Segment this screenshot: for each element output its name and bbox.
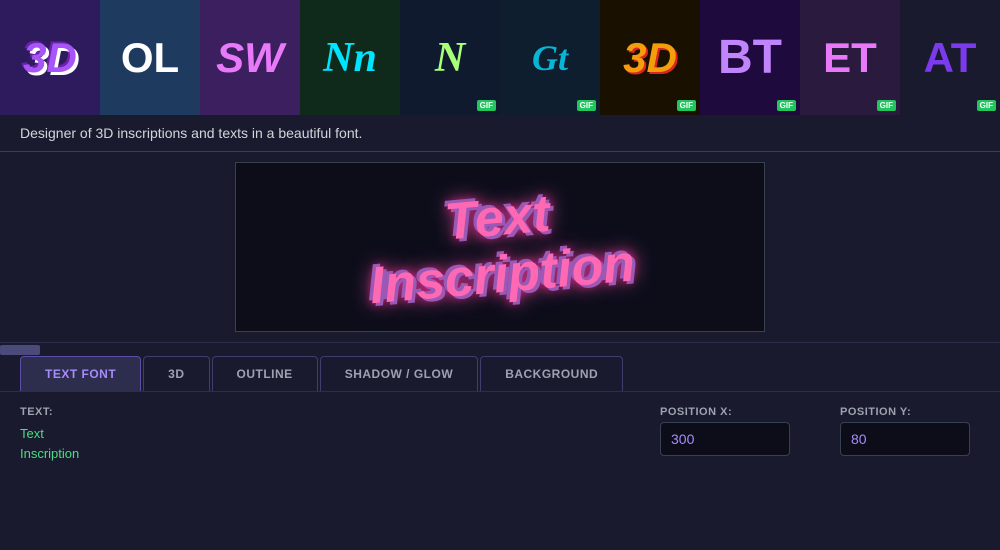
gif-badge: GIF bbox=[477, 100, 496, 111]
controls-area: TEXT: Text Inscription POSITION X: POSIT… bbox=[0, 392, 1000, 477]
position-x-input[interactable] bbox=[660, 422, 790, 456]
text-label: TEXT: bbox=[20, 406, 620, 418]
tab-3d[interactable]: 3D bbox=[143, 356, 209, 391]
thumbnail-3[interactable]: Nn bbox=[300, 0, 400, 115]
position-y-input[interactable] bbox=[840, 422, 970, 456]
thumbnail-strip: 3D OL SW Nn N GIF Gt GIF 3D GIF BT GIF E… bbox=[0, 0, 1000, 115]
thumbnail-7[interactable]: BT GIF bbox=[700, 0, 800, 115]
tab-text-font[interactable]: TEXT FONT bbox=[20, 356, 141, 391]
gif-badge: GIF bbox=[977, 100, 996, 111]
preview-canvas: Text Inscription bbox=[235, 162, 765, 332]
position-y-control: POSITION Y: bbox=[840, 406, 980, 456]
gif-badge: GIF bbox=[777, 100, 796, 111]
text-line1: Text bbox=[20, 424, 620, 444]
description-text: Designer of 3D inscriptions and texts in… bbox=[20, 125, 362, 141]
thumbnail-9[interactable]: AT GIF bbox=[900, 0, 1000, 115]
tab-background[interactable]: BACKGROUND bbox=[480, 356, 623, 391]
position-x-control: POSITION X: bbox=[660, 406, 800, 456]
gif-badge: GIF bbox=[877, 100, 896, 111]
tab-bar: TEXT FONT 3D OUTLINE SHADOW / GLOW BACKG… bbox=[0, 356, 1000, 392]
thumbnail-5[interactable]: Gt GIF bbox=[500, 0, 600, 115]
tab-shadow-glow[interactable]: SHADOW / GLOW bbox=[320, 356, 479, 391]
gif-badge: GIF bbox=[577, 100, 596, 111]
preview-text: Text Inscription bbox=[363, 178, 638, 315]
position-y-label: POSITION Y: bbox=[840, 406, 980, 418]
gif-badge: GIF bbox=[677, 100, 696, 111]
text-current-value: Text Inscription bbox=[20, 424, 620, 463]
scroll-bar-area[interactable] bbox=[0, 342, 1000, 356]
canvas-area: Text Inscription bbox=[0, 152, 1000, 342]
thumbnail-2[interactable]: SW bbox=[200, 0, 300, 115]
tab-outline[interactable]: OUTLINE bbox=[212, 356, 318, 391]
text-line2: Inscription bbox=[20, 444, 620, 464]
description-bar: Designer of 3D inscriptions and texts in… bbox=[0, 115, 1000, 152]
thumbnail-4[interactable]: N GIF bbox=[400, 0, 500, 115]
thumbnail-8[interactable]: ET GIF bbox=[800, 0, 900, 115]
thumbnail-0[interactable]: 3D bbox=[0, 0, 100, 115]
thumbnail-6[interactable]: 3D GIF bbox=[600, 0, 700, 115]
position-x-label: POSITION X: bbox=[660, 406, 800, 418]
text-control: TEXT: Text Inscription bbox=[20, 406, 620, 463]
scroll-indicator[interactable] bbox=[0, 345, 40, 355]
thumbnail-1[interactable]: OL bbox=[100, 0, 200, 115]
